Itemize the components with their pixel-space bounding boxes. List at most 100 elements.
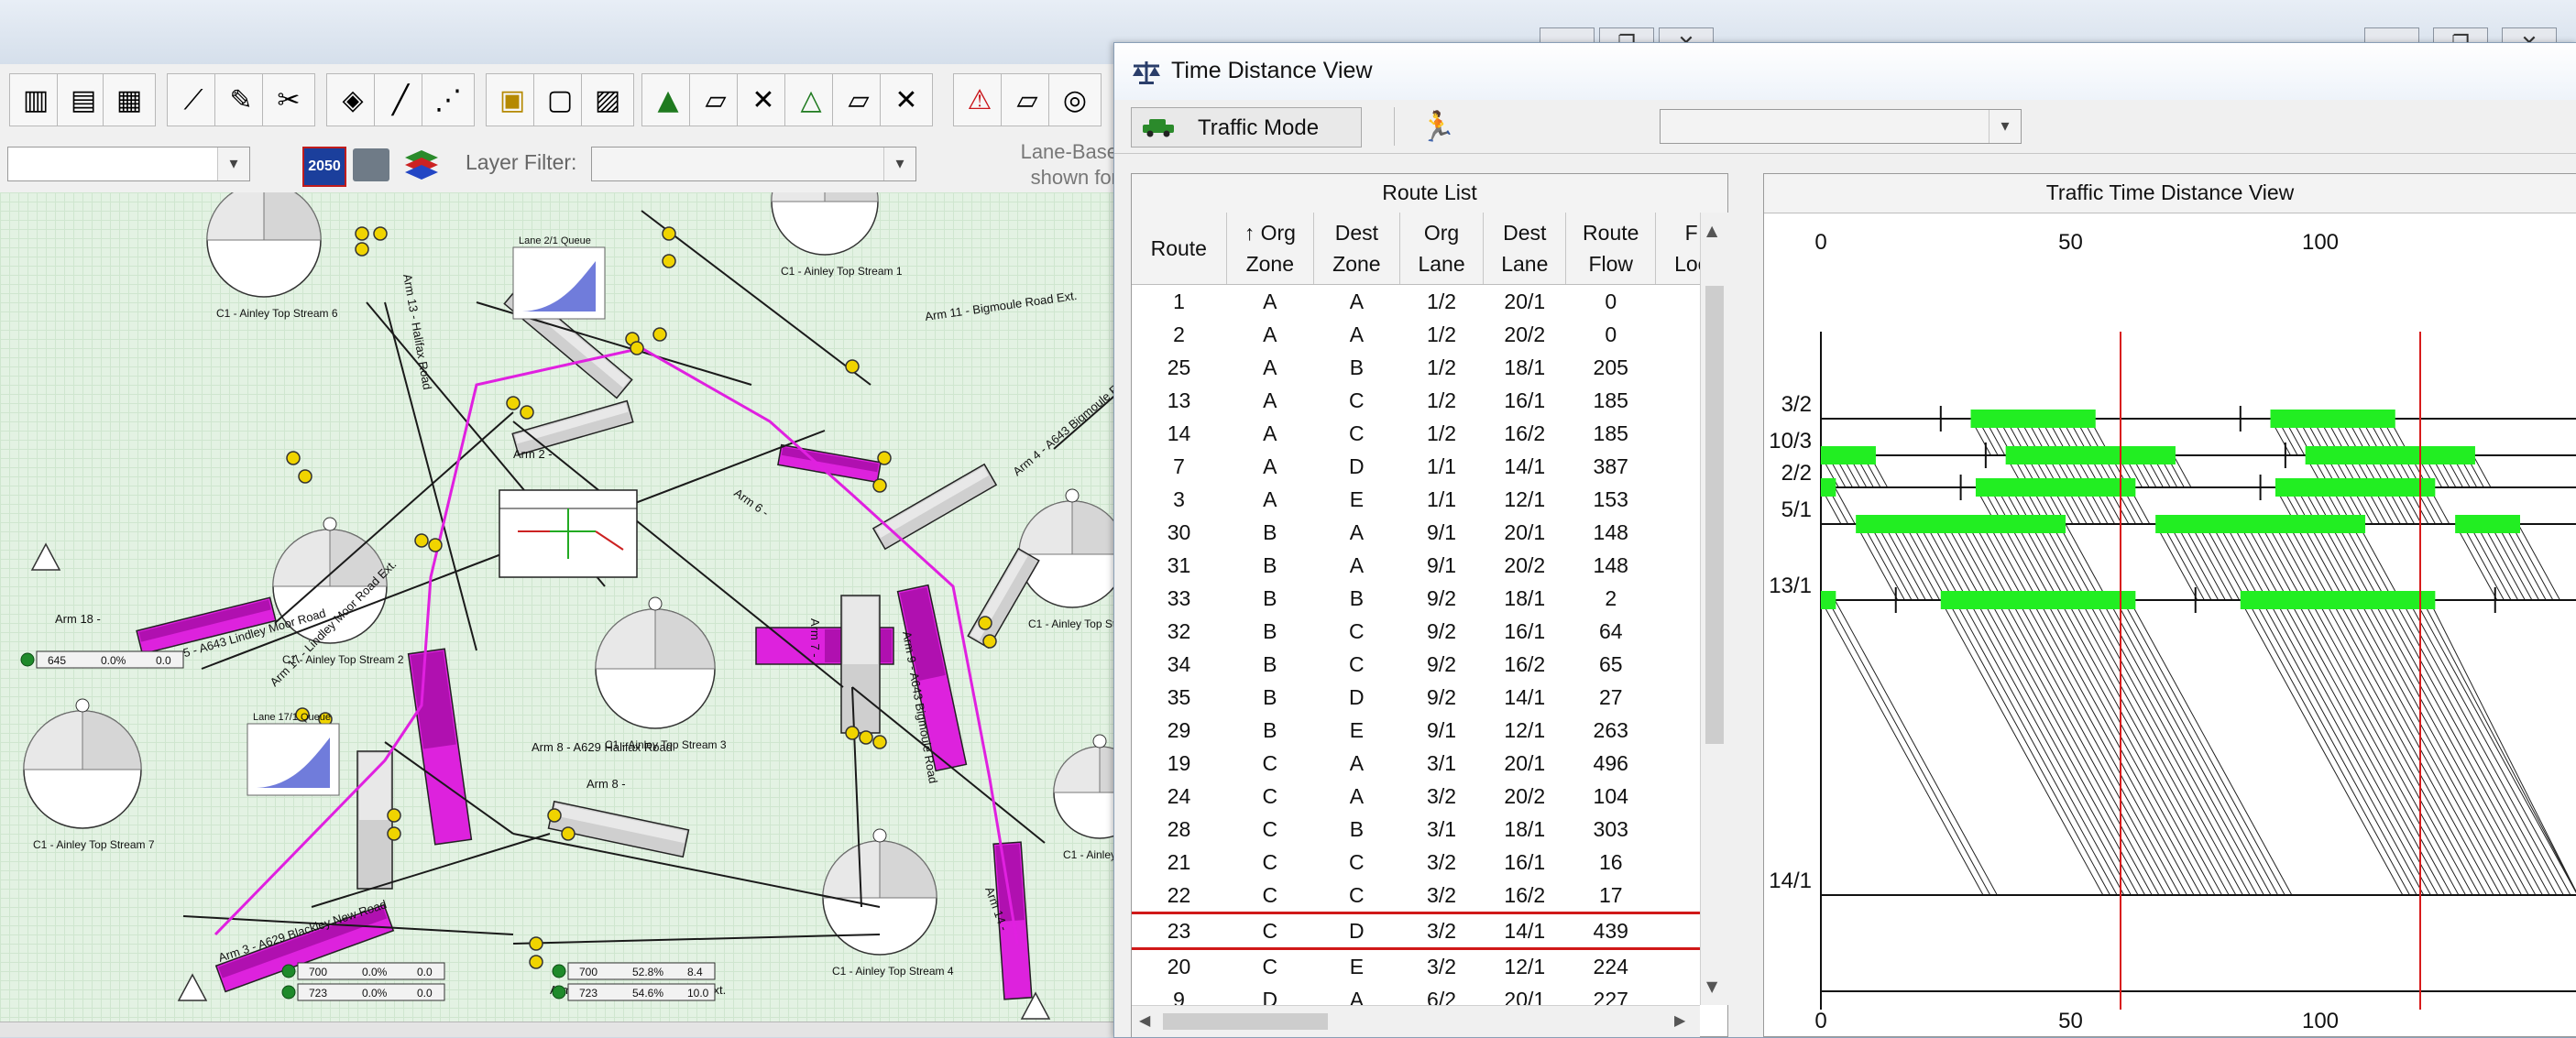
route-row[interactable]: 28 C B 3/1 18/1 303 [1132, 813, 1727, 846]
scroll-down-icon[interactable]: ▼ [1706, 978, 1717, 995]
queue-graph[interactable] [247, 723, 340, 796]
route-row[interactable]: 14 A C 1/2 16/2 185 [1132, 417, 1727, 450]
junction-node[interactable] [547, 808, 562, 823]
route-row[interactable]: 21 C C 3/2 16/1 16 [1132, 846, 1727, 879]
route-row[interactable]: 20 C E 3/2 12/1 224 [1132, 949, 1727, 984]
hscroll-thumb[interactable] [1163, 1013, 1328, 1030]
column-header[interactable]: Org Lane [1399, 213, 1485, 285]
column-header[interactable]: ↑ Org Zone [1226, 213, 1315, 285]
lane-row[interactable]: 3/2 [1781, 392, 2576, 432]
route-list-hscroll[interactable]: ◀ ▶ [1132, 1005, 1700, 1037]
pedestrian-mode-icon[interactable]: 🏃 [1417, 107, 1459, 146]
stream-pie[interactable] [1018, 488, 1126, 608]
junction-node[interactable] [428, 538, 443, 552]
view-select[interactable]: ▾ [7, 147, 250, 181]
camera-icon[interactable] [353, 148, 389, 181]
copy-icon[interactable]: ▢ [533, 73, 586, 126]
junction-node[interactable] [978, 616, 992, 630]
zone-triangle-icon[interactable] [30, 542, 61, 571]
entry-node[interactable] [20, 652, 35, 667]
junction-node[interactable] [387, 808, 401, 823]
edit-link-icon[interactable]: ✎ [214, 73, 268, 126]
junction-node[interactable] [561, 826, 575, 841]
paste-icon[interactable]: ▨ [581, 73, 634, 126]
time-distance-chart[interactable]: 0 0 50 50 100 100 3/2 10/3 2/2 5/1 13/1 14/1 [1764, 213, 2576, 1037]
junction-node[interactable] [845, 359, 860, 374]
entry-node[interactable] [552, 964, 566, 978]
lane-row[interactable]: 13/1 [1769, 574, 2576, 613]
route-row[interactable]: 22 C C 3/2 16/2 17 [1132, 879, 1727, 913]
junction-node[interactable] [872, 478, 887, 493]
zone-triangle-icon[interactable] [177, 973, 208, 1001]
column-header[interactable]: Route Flow [1565, 213, 1657, 285]
junction-node[interactable] [520, 405, 534, 420]
layer-filter-select[interactable]: ▾ [591, 147, 916, 181]
column-header[interactable]: Dest Lane [1483, 213, 1567, 285]
junction-node[interactable] [506, 396, 521, 410]
column-header[interactable]: Dest Zone [1313, 213, 1400, 285]
route-row[interactable]: 34 B C 9/2 16/2 65 [1132, 648, 1727, 681]
route-row[interactable]: 24 C A 3/2 20/2 104 [1132, 780, 1727, 813]
junction-node[interactable] [877, 451, 892, 465]
lane-row[interactable]: 2/2 [1781, 461, 2576, 500]
route-row[interactable]: 13 A C 1/2 16/1 185 [1132, 384, 1727, 417]
scroll-right-icon[interactable]: ▶ [1674, 1011, 1685, 1029]
route-filter-select[interactable]: ▾ [1660, 109, 2022, 144]
column-header[interactable]: Route [1132, 213, 1227, 285]
traffic-mode-button[interactable]: Traffic Mode [1131, 107, 1362, 148]
junction-node[interactable] [630, 341, 644, 355]
junction-node[interactable] [872, 735, 887, 749]
route-row[interactable]: 25 A B 1/2 18/1 205 [1132, 351, 1727, 384]
arm-link[interactable] [871, 463, 998, 551]
chevron-down-icon[interactable]: ▾ [883, 148, 915, 180]
clock-icon[interactable]: ◎ [1048, 73, 1102, 126]
junction-node[interactable] [859, 730, 873, 745]
warning-icon[interactable]: ⚠ [953, 73, 1006, 126]
layout-icon[interactable]: ▦ [103, 73, 156, 126]
arm-link[interactable] [840, 595, 881, 734]
route-row[interactable]: 30 B A 9/1 20/1 148 [1132, 516, 1727, 549]
remove-icon[interactable]: ✕ [880, 73, 933, 126]
link-line[interactable] [512, 934, 881, 945]
stream-pie[interactable] [771, 192, 879, 256]
delete-icon[interactable]: ✕ [737, 73, 790, 126]
route-row[interactable]: 19 C A 3/1 20/1 496 [1132, 747, 1727, 780]
route-table[interactable]: Route ↑ Org Zone Dest Zone Org Lane Dest Lane Rou… [1132, 213, 1727, 1016]
junction-node[interactable] [662, 254, 676, 268]
junction-node[interactable] [982, 634, 997, 649]
route-row[interactable]: 23 C D 3/2 14/1 439 [1132, 912, 1727, 950]
junction-node[interactable] [529, 955, 543, 969]
frame-alt-icon[interactable]: ▱ [832, 73, 885, 126]
cut-link-icon[interactable]: ✂ [262, 73, 315, 126]
route-list-vscroll[interactable]: ▲ ▼ [1700, 213, 1728, 1005]
route-row[interactable]: 2 A A 1/2 20/2 0 [1132, 318, 1727, 351]
queue-graph[interactable] [512, 246, 606, 320]
year-badge[interactable]: 2050 [302, 147, 346, 187]
mountain-icon[interactable]: ▲ [641, 73, 695, 126]
pen-icon[interactable]: ╱ [374, 73, 427, 126]
junction-node[interactable] [529, 936, 543, 951]
route-row[interactable]: 31 B A 9/1 20/2 148 [1132, 549, 1727, 582]
route-row[interactable]: 1 A A 1/2 20/1 0 [1132, 285, 1727, 319]
network-canvas[interactable]: C1 - Ainley Top Stream 6 C1 - Ainley Top … [0, 192, 1127, 1022]
layers-icon[interactable] [401, 145, 442, 185]
node-tool-icon[interactable]: ◈ [326, 73, 379, 126]
chevron-down-icon[interactable]: ▾ [1989, 110, 2021, 143]
route-row[interactable]: 32 B C 9/2 16/1 64 [1132, 615, 1727, 648]
frame-icon[interactable]: ▱ [689, 73, 742, 126]
stream-pie[interactable] [23, 698, 142, 829]
scroll-up-icon[interactable]: ▲ [1706, 222, 1717, 239]
route-row[interactable]: 3 A E 1/1 12/1 153 [1132, 483, 1727, 516]
lane-row[interactable]: 10/3 [1769, 429, 2576, 468]
stream-pie[interactable] [206, 192, 322, 298]
arm-link[interactable] [967, 547, 1040, 650]
arm-link[interactable] [777, 443, 882, 484]
junction-node[interactable] [355, 226, 369, 241]
scroll-left-icon[interactable]: ◀ [1139, 1011, 1150, 1029]
junction-node[interactable] [298, 469, 312, 484]
frame-red-icon[interactable]: ▱ [1001, 73, 1054, 126]
route-row[interactable]: 33 B B 9/2 18/1 2 [1132, 582, 1727, 615]
junction-node[interactable] [373, 226, 388, 241]
junction-node[interactable] [387, 826, 401, 841]
junction-node[interactable] [286, 451, 301, 465]
